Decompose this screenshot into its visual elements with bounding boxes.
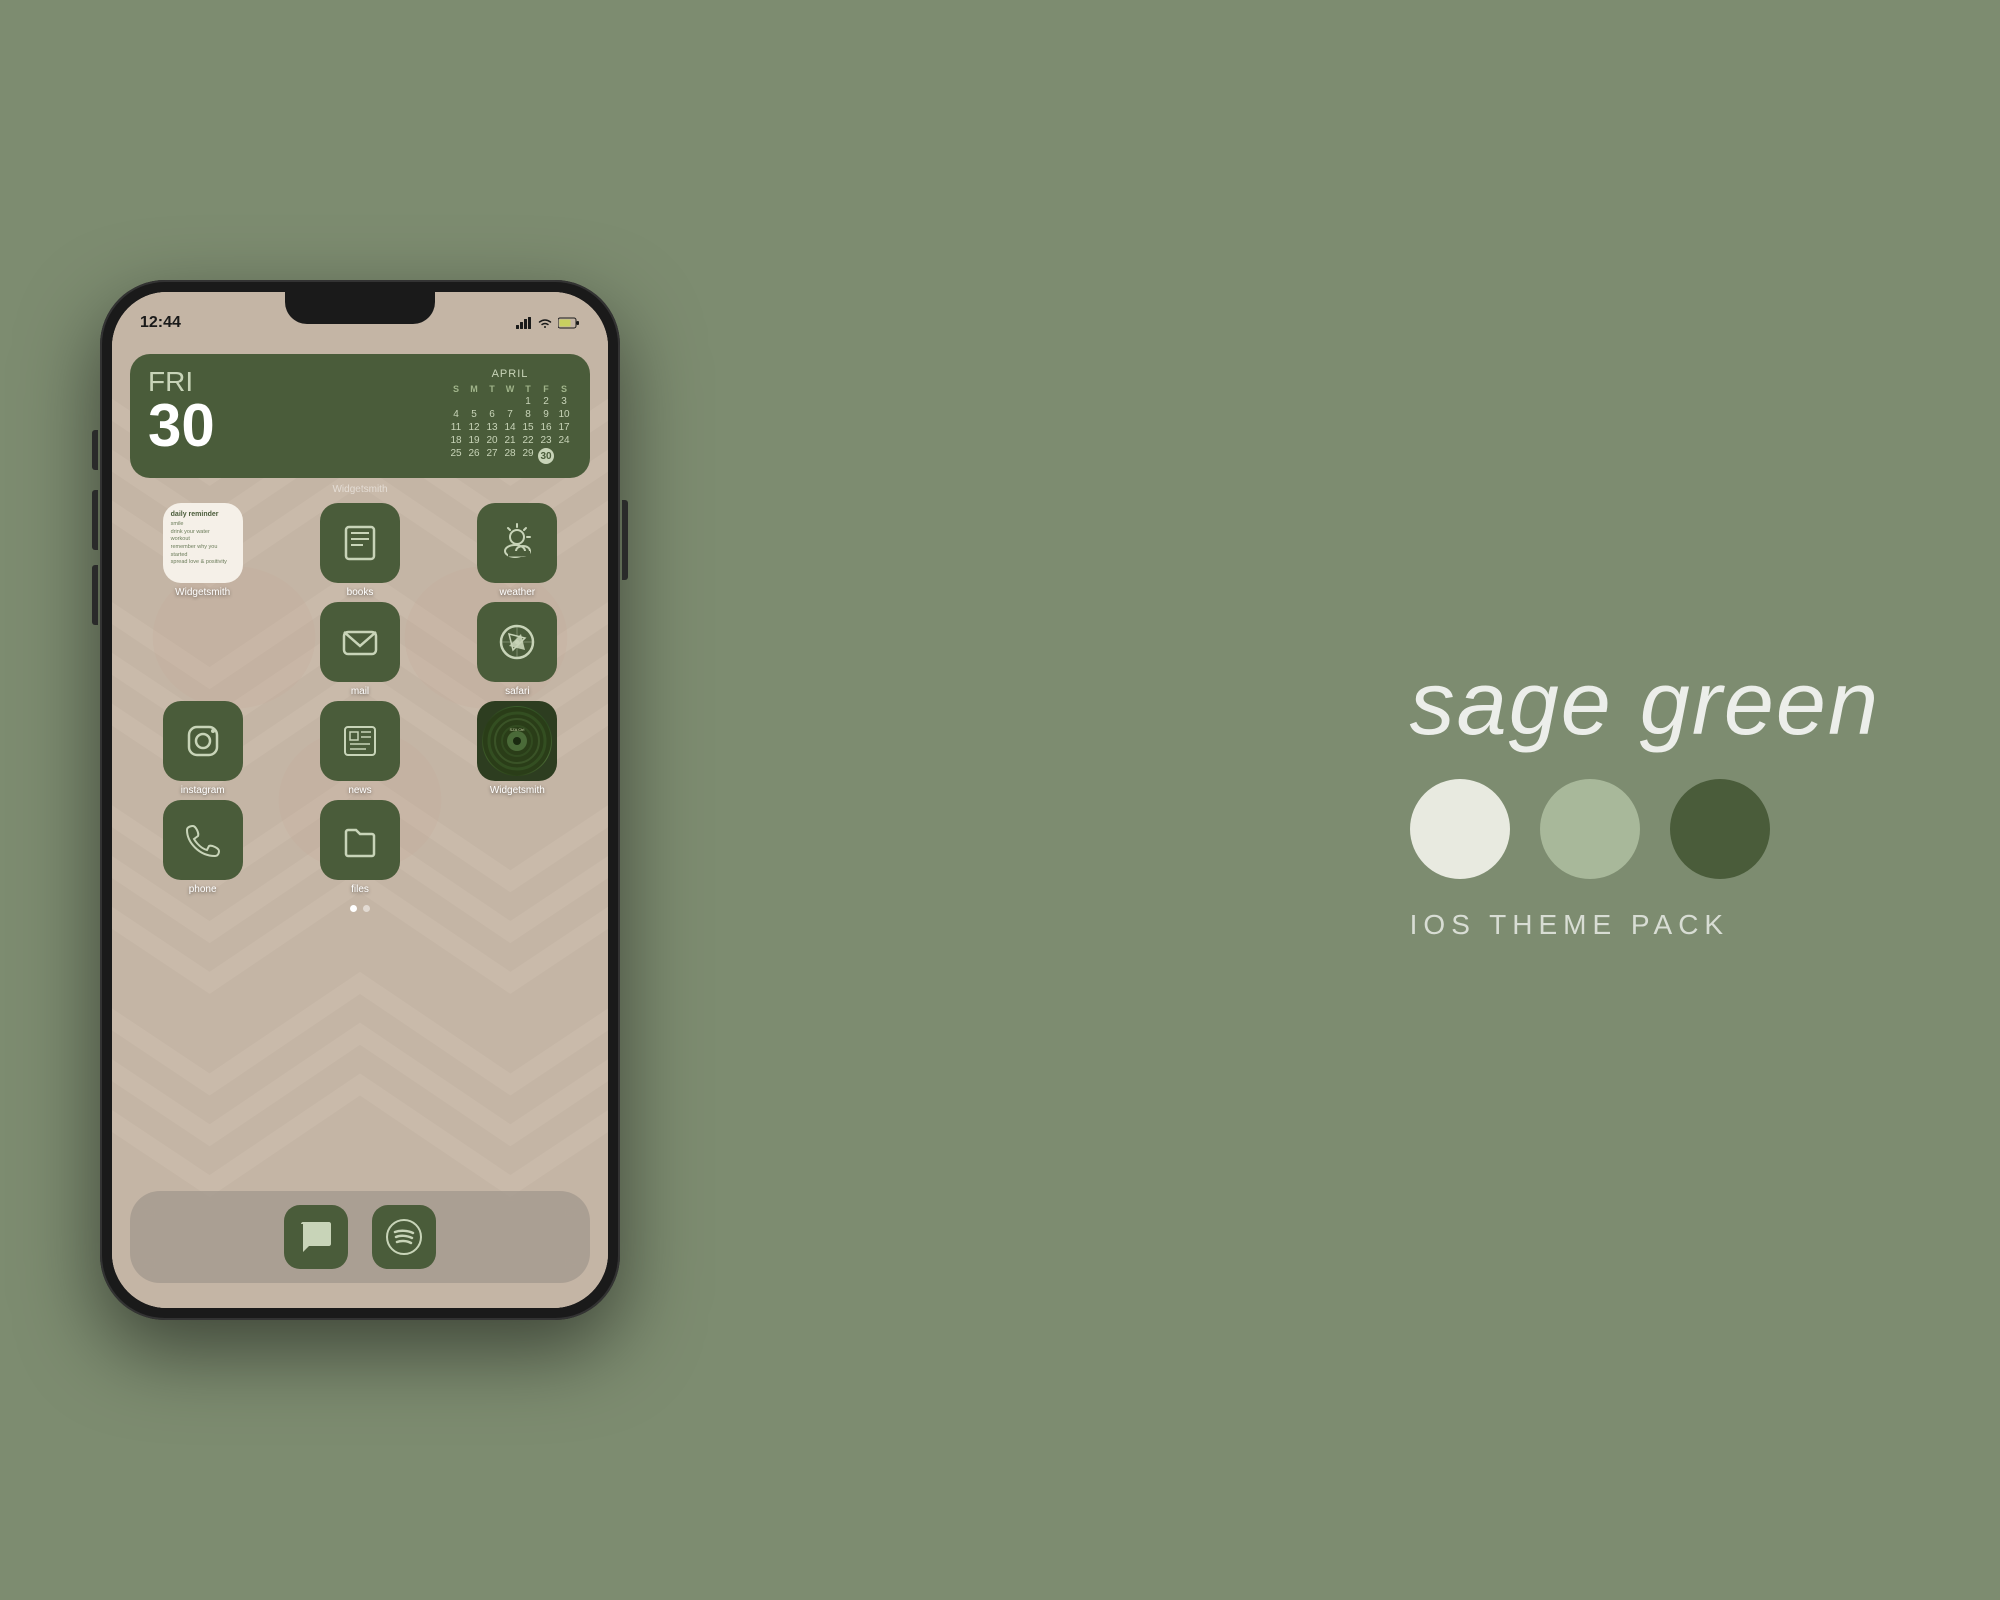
music-label: Widgetsmith bbox=[490, 785, 545, 796]
book-svg bbox=[338, 521, 382, 565]
mail-icon bbox=[320, 602, 400, 682]
weather-app[interactable]: weather bbox=[445, 503, 590, 598]
screen-content: FRI 30 APRIL SMTWTFS 123 45678910 111213… bbox=[112, 344, 608, 1308]
books-label: books bbox=[347, 587, 374, 598]
music-widget: SZA Ctrl bbox=[477, 701, 557, 781]
phone-frame: 12:44 bbox=[100, 280, 620, 1320]
theme-title: sage green bbox=[1410, 659, 1880, 749]
safari-svg bbox=[495, 620, 539, 664]
app-grid-row1: daily reminder smiledrink your waterwork… bbox=[130, 503, 590, 598]
swatch-light bbox=[1410, 779, 1510, 879]
row2-spacer bbox=[130, 602, 275, 697]
wifi-icon bbox=[537, 317, 553, 329]
status-icons bbox=[516, 317, 580, 329]
reminder-title: daily reminder bbox=[171, 511, 235, 518]
spotify-dock-icon[interactable] bbox=[372, 1205, 436, 1269]
phone-app[interactable]: phone bbox=[130, 800, 275, 895]
instagram-svg bbox=[181, 719, 225, 763]
files-app[interactable]: files bbox=[287, 800, 432, 895]
color-swatches bbox=[1410, 779, 1770, 879]
app-grid-row2: mail bbox=[130, 602, 590, 697]
swatch-mid bbox=[1540, 779, 1640, 879]
mail-app[interactable]: mail bbox=[287, 602, 432, 697]
news-app[interactable]: news bbox=[287, 701, 432, 796]
calendar-grid: SMTWTFS 123 45678910 11121314151617 1819… bbox=[448, 384, 572, 464]
phone-label: phone bbox=[189, 884, 217, 895]
safari-app[interactable]: safari bbox=[445, 602, 590, 697]
power-button bbox=[622, 500, 628, 580]
mail-label: mail bbox=[351, 686, 369, 697]
phone-mockup: 12:44 bbox=[80, 280, 640, 1320]
phone-svg bbox=[181, 818, 225, 862]
messages-svg bbox=[297, 1218, 335, 1256]
phone-icon bbox=[163, 800, 243, 880]
volume-down-button bbox=[92, 565, 98, 625]
files-label: files bbox=[351, 884, 369, 895]
signal-icon bbox=[516, 317, 532, 329]
page-dot-1 bbox=[350, 905, 357, 912]
instagram-label: instagram bbox=[181, 785, 225, 796]
files-svg bbox=[338, 818, 382, 862]
app-grid-row3: instagram bbox=[130, 701, 590, 796]
instagram-icon bbox=[163, 701, 243, 781]
page-dots bbox=[130, 905, 590, 912]
weather-icon bbox=[477, 503, 557, 583]
battery-icon bbox=[558, 317, 580, 329]
mail-svg bbox=[338, 620, 382, 664]
calendar-widget[interactable]: FRI 30 APRIL SMTWTFS 123 45678910 111213… bbox=[130, 354, 590, 478]
safari-icon bbox=[477, 602, 557, 682]
news-svg bbox=[338, 719, 382, 763]
news-icon bbox=[320, 701, 400, 781]
widgetsmith-label: Widgetsmith bbox=[130, 484, 590, 495]
reminder-text: smiledrink your waterworkoutremember why… bbox=[171, 521, 235, 567]
swatch-dark bbox=[1670, 779, 1770, 879]
widgetsmith-app[interactable]: daily reminder smiledrink your waterwork… bbox=[130, 503, 275, 598]
phone-screen: 12:44 bbox=[112, 292, 608, 1308]
row4-spacer bbox=[445, 800, 590, 895]
dock bbox=[130, 1191, 590, 1283]
books-icon bbox=[320, 503, 400, 583]
spotify-svg bbox=[385, 1218, 423, 1256]
page-dot-2 bbox=[363, 905, 370, 912]
phone-notch bbox=[285, 292, 435, 324]
news-label: news bbox=[348, 785, 371, 796]
calendar-date: 30 bbox=[148, 396, 215, 456]
music-widget-app[interactable]: SZA Ctrl Widgetsmith bbox=[445, 701, 590, 796]
svg-text:SZA Ctrl: SZA Ctrl bbox=[510, 727, 525, 732]
calendar-month: APRIL bbox=[448, 368, 572, 380]
weather-label: weather bbox=[500, 587, 536, 598]
weather-svg bbox=[495, 521, 539, 565]
books-app[interactable]: books bbox=[287, 503, 432, 598]
daily-reminder-widget: daily reminder smiledrink your waterwork… bbox=[163, 503, 243, 583]
files-icon bbox=[320, 800, 400, 880]
messages-dock-icon[interactable] bbox=[284, 1205, 348, 1269]
branding-section: sage green IOS THEME PACK bbox=[1410, 659, 1880, 941]
pack-label: IOS THEME PACK bbox=[1410, 909, 1729, 941]
safari-label: safari bbox=[505, 686, 529, 697]
status-time: 12:44 bbox=[140, 314, 181, 332]
app-grid-row4: phone files bbox=[130, 800, 590, 895]
widgetsmith-icon-label: Widgetsmith bbox=[175, 587, 230, 598]
volume-up-button bbox=[92, 490, 98, 550]
instagram-app[interactable]: instagram bbox=[130, 701, 275, 796]
vinyl-record: SZA Ctrl bbox=[482, 706, 552, 776]
